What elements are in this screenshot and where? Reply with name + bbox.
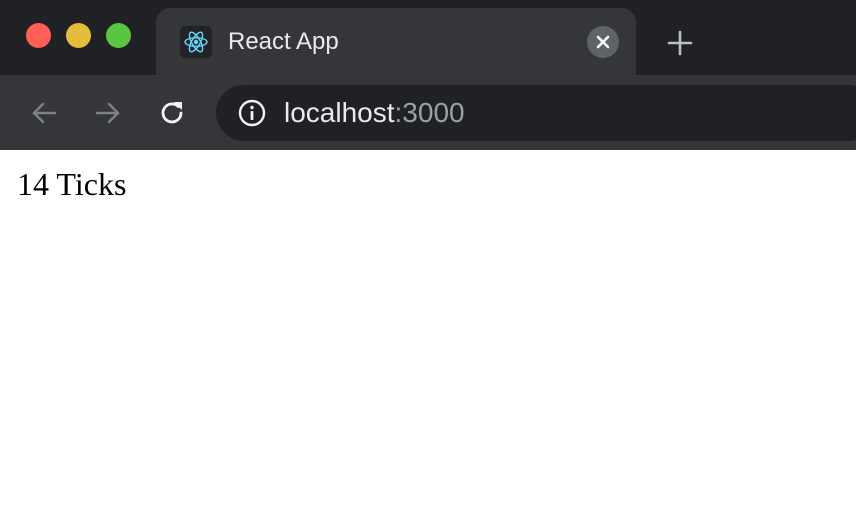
browser-toolbar: localhost:3000 <box>0 75 856 150</box>
react-logo-icon <box>180 26 212 58</box>
window-maximize-button[interactable] <box>106 23 131 48</box>
arrow-right-icon[interactable] <box>90 95 126 131</box>
address-bar[interactable]: localhost:3000 <box>216 85 856 141</box>
arrow-left-icon[interactable] <box>26 95 62 131</box>
browser-tabstrip: React App <box>0 0 856 75</box>
close-icon[interactable] <box>587 26 619 58</box>
plus-icon[interactable] <box>664 27 696 59</box>
window-minimize-button[interactable] <box>66 23 91 48</box>
tick-counter-text: 14 Ticks <box>17 166 127 202</box>
url-port: :3000 <box>394 97 465 128</box>
url-text[interactable]: localhost:3000 <box>284 97 465 129</box>
window-close-button[interactable] <box>26 23 51 48</box>
tab-title: React App <box>228 28 339 55</box>
page-content: 14 Ticks <box>0 150 856 512</box>
url-host: localhost <box>284 97 395 128</box>
reload-icon[interactable] <box>154 95 190 131</box>
info-icon[interactable] <box>236 97 268 129</box>
tab-react-app[interactable]: React App <box>156 8 636 75</box>
